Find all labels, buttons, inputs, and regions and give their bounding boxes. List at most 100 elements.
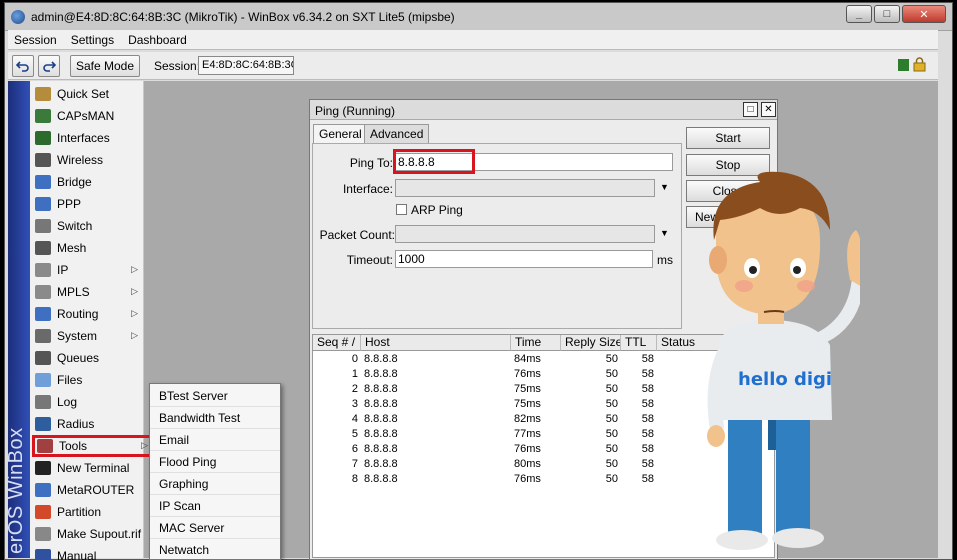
redo-icon xyxy=(43,61,56,72)
submenu-item-email[interactable]: Email xyxy=(150,429,280,451)
sidebar-item-label: Quick Set xyxy=(57,87,110,101)
sidebar-item-label: Partition xyxy=(57,505,102,519)
submenu-item-bandwidth-test[interactable]: Bandwidth Test xyxy=(150,407,280,429)
sidebar-item-switch[interactable]: Switch xyxy=(30,215,144,237)
sidebar-item-make-supout-rif[interactable]: Make Supout.rif xyxy=(30,523,144,545)
sidebar-item-label: Make Supout.rif xyxy=(57,527,142,541)
sidebar-item-ip[interactable]: IP ▷ xyxy=(30,259,144,281)
sidebar-item-mesh[interactable]: Mesh xyxy=(30,237,144,259)
sidebar-item-tools[interactable]: Tools ▷ xyxy=(32,435,154,457)
sidebar-item-label: Files xyxy=(57,373,83,387)
routing-icon xyxy=(35,307,51,321)
sidebar-item-system[interactable]: System ▷ xyxy=(30,325,144,347)
sidebar-item-mpls[interactable]: MPLS ▷ xyxy=(30,281,144,303)
cell-seq: 1 xyxy=(351,368,358,380)
sidebar-item-quick-set[interactable]: Quick Set xyxy=(30,83,144,105)
maximize-button[interactable]: □ xyxy=(874,5,900,23)
title-bar[interactable]: admin@E4:8D:8C:64:8B:3C (MikroTik) - Win… xyxy=(5,3,952,31)
packet-count-select[interactable] xyxy=(395,225,655,243)
ping-form: Ping To: 8.8.8.8 Interface: ▼ ARP Ping P… xyxy=(312,143,682,329)
mascot-shirt-text: hello digi xyxy=(738,369,833,390)
cell-size: 50 xyxy=(605,413,618,425)
ping-title-bar[interactable]: Ping (Running) □ ✕ xyxy=(310,100,777,120)
submenu-arrow-icon: ▷ xyxy=(131,330,138,340)
cell-host: 8.8.8.8 xyxy=(364,413,398,425)
window-title: admin@E4:8D:8C:64:8B:3C (MikroTik) - Win… xyxy=(31,10,455,24)
sidebar-item-new-terminal[interactable]: New Terminal xyxy=(30,457,144,479)
sidebar-item-label: Queues xyxy=(57,351,100,365)
arp-ping-checkbox[interactable] xyxy=(396,204,407,215)
sidebar-item-files[interactable]: Files xyxy=(30,369,144,391)
packet-count-dropdown-icon[interactable]: ▼ xyxy=(660,228,669,238)
sidebar-item-partition[interactable]: Partition xyxy=(30,501,144,523)
ping-close-button[interactable]: ✕ xyxy=(761,102,776,117)
sidebar-item-interfaces[interactable]: Interfaces xyxy=(30,127,144,149)
col-time[interactable]: Time xyxy=(511,335,561,351)
ppp-icon xyxy=(35,197,51,211)
submenu-item-netwatch[interactable]: Netwatch xyxy=(150,539,280,560)
sidebar-item-queues[interactable]: Queues xyxy=(30,347,144,369)
sidebar-item-label: Manual xyxy=(57,549,97,560)
sidebar-item-radius[interactable]: Radius xyxy=(30,413,144,435)
cell-size: 50 xyxy=(605,398,618,410)
cell-ttl: 58 xyxy=(641,353,654,365)
sidebar-item-label: Routing xyxy=(57,307,99,321)
cell-size: 50 xyxy=(605,458,618,470)
cell-seq: 2 xyxy=(351,383,358,395)
submenu-arrow-icon: ▷ xyxy=(131,308,138,318)
ping-title: Ping (Running) xyxy=(315,104,396,118)
cell-host: 8.8.8.8 xyxy=(364,398,398,410)
submenu-item-btest-server[interactable]: BTest Server xyxy=(150,385,280,407)
col-ttl[interactable]: TTL xyxy=(621,335,657,351)
sidebar-item-ppp[interactable]: PPP xyxy=(30,193,144,215)
log-icon xyxy=(35,395,51,409)
menu-session[interactable]: Session xyxy=(14,33,57,47)
cell-ttl: 58 xyxy=(641,383,654,395)
sidebar-item-routing[interactable]: Routing ▷ xyxy=(30,303,144,325)
menu-dashboard[interactable]: Dashboard xyxy=(128,33,187,47)
ping-maximize-button[interactable]: □ xyxy=(743,102,758,117)
col-reply-size[interactable]: Reply Size xyxy=(561,335,621,351)
cell-size: 50 xyxy=(605,473,618,485)
menu-settings[interactable]: Settings xyxy=(71,33,114,47)
minimize-button[interactable]: _ xyxy=(846,5,872,23)
sidebar-item-log[interactable]: Log xyxy=(30,391,144,413)
cell-time: 80ms xyxy=(514,458,541,470)
tools-submenu: BTest Server Bandwidth Test Email Flood Pin… xyxy=(149,383,281,560)
interface-dropdown-icon[interactable]: ▼ xyxy=(660,182,669,192)
session-field[interactable]: E4:8D:8C:64:8B:3C xyxy=(198,56,294,75)
col-seq[interactable]: Seq # / xyxy=(313,335,361,351)
sidebar-item-metarouter[interactable]: MetaROUTER xyxy=(30,479,144,501)
col-host[interactable]: Host xyxy=(361,335,511,351)
tab-advanced[interactable]: Advanced xyxy=(364,124,430,143)
submenu-item-graphing[interactable]: Graphing xyxy=(150,473,280,495)
cell-time: 75ms xyxy=(514,383,541,395)
timeout-input[interactable]: 1000 xyxy=(395,250,653,268)
ping-to-label: Ping To: xyxy=(349,156,393,170)
tab-general[interactable]: General xyxy=(313,124,368,144)
submenu-item-flood-ping[interactable]: Flood Ping xyxy=(150,451,280,473)
arp-ping-label: ARP Ping xyxy=(411,203,463,217)
cell-size: 50 xyxy=(605,353,618,365)
start-button[interactable]: Start xyxy=(686,127,770,149)
sidebar-item-manual[interactable]: Manual xyxy=(30,545,144,560)
sidebar-item-wireless[interactable]: Wireless xyxy=(30,149,144,171)
submenu-item-mac-server[interactable]: MAC Server xyxy=(150,517,280,539)
sidebar-item-label: Radius xyxy=(57,417,95,431)
cell-size: 50 xyxy=(605,383,618,395)
sidebar-item-capsman[interactable]: CAPsMAN xyxy=(30,105,144,127)
interface-select[interactable] xyxy=(395,179,655,197)
queues-icon xyxy=(35,351,51,365)
sidebar-item-label: Mesh xyxy=(57,241,87,255)
cell-time: 77ms xyxy=(514,428,541,440)
safe-mode-button[interactable]: Safe Mode xyxy=(70,55,140,77)
sidebar-item-label: PPP xyxy=(57,197,82,211)
undo-button[interactable] xyxy=(12,55,34,77)
submenu-item-ip-scan[interactable]: IP Scan xyxy=(150,495,280,517)
close-window-button[interactable]: ✕ xyxy=(902,5,946,23)
sidebar-item-bridge[interactable]: Bridge xyxy=(30,171,144,193)
terminal-icon xyxy=(35,461,51,475)
cell-ttl: 58 xyxy=(641,473,654,485)
redo-button[interactable] xyxy=(38,55,60,77)
metarouter-icon xyxy=(35,483,51,497)
